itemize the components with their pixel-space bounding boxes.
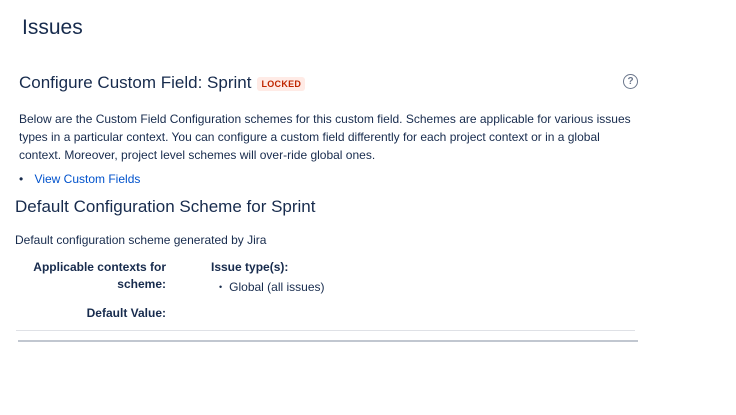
locked-lozenge: LOCKED [257,77,306,91]
help-icon[interactable]: ? [623,74,638,89]
link-list: View Custom Fields [19,171,141,187]
page-title: Issues [22,16,83,39]
divider [16,330,635,331]
field-config-title: Configure Custom Field: Sprint [19,73,252,92]
scheme-description: Default configuration scheme generated b… [15,233,267,247]
field-header: Configure Custom Field: Sprint LOCKED [19,73,306,93]
contexts-label-line1: Applicable contexts for [33,260,166,274]
link-list-item: View Custom Fields [19,171,141,187]
scheme-title: Default Configuration Scheme for Sprint [15,197,316,216]
issue-types-heading: Issue type(s): [211,260,289,274]
field-description: Below are the Custom Field Configuration… [19,112,631,162]
contexts-label: Applicable contexts for scheme: [20,259,166,293]
default-value-label: Default Value: [86,306,166,320]
issue-type-item: Global (all issues) [219,279,324,296]
issue-types-list: Global (all issues) [219,279,324,296]
divider [18,340,638,342]
view-custom-fields-link[interactable]: View Custom Fields [35,172,141,186]
contexts-label-line2: scheme: [117,277,166,291]
